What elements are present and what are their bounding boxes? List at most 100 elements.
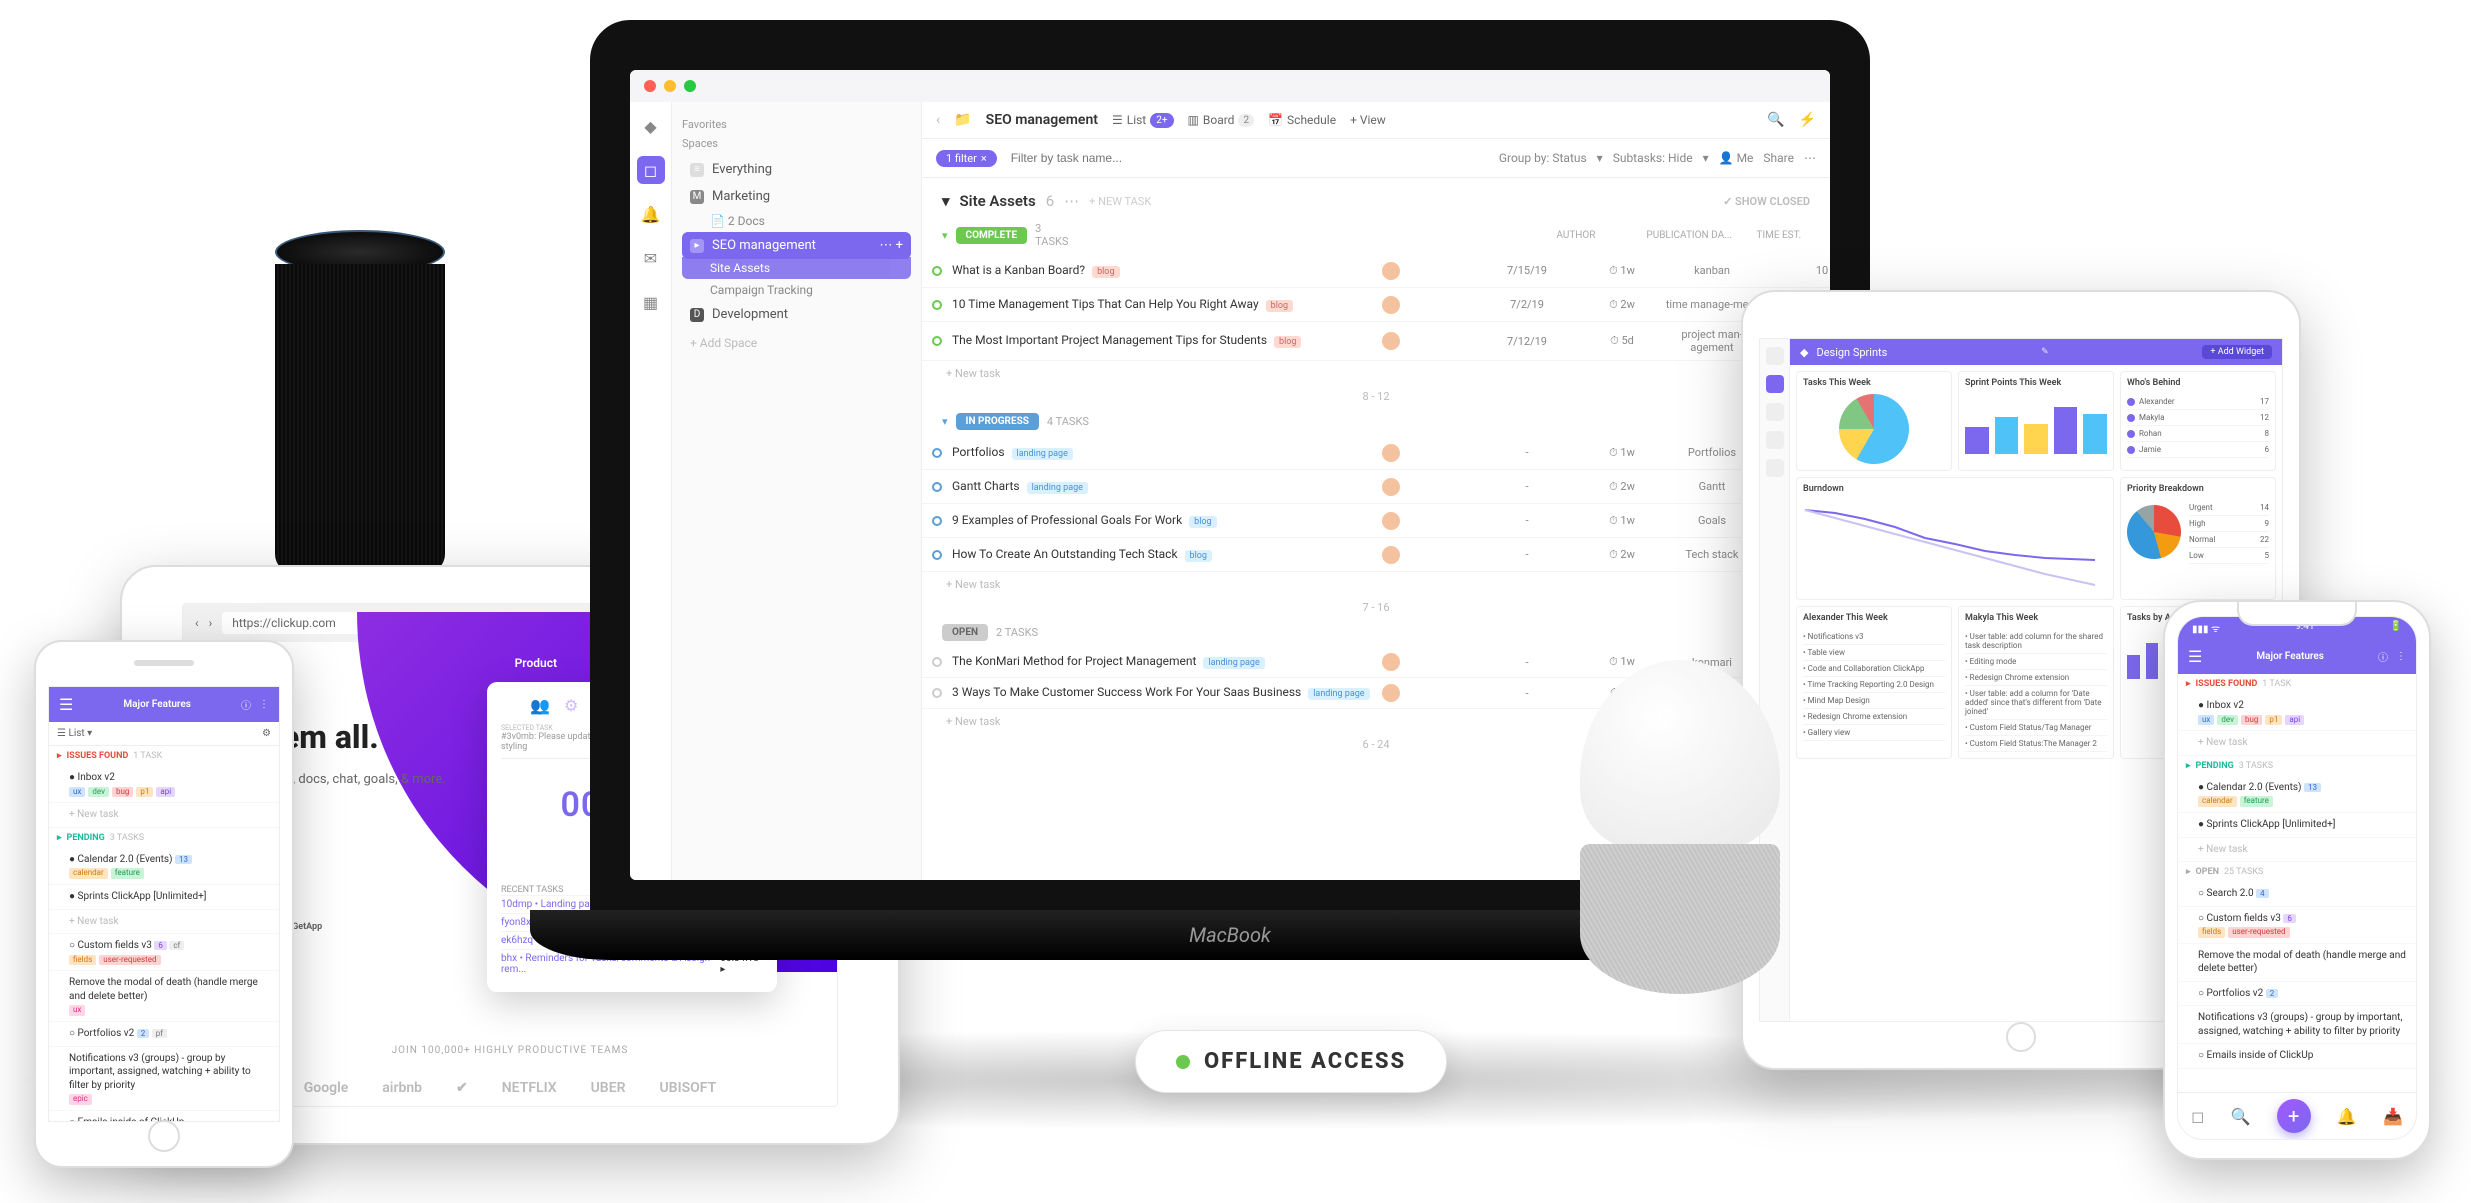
task-row[interactable]: 9 Examples of Professional Goals For Wor…	[922, 504, 1830, 538]
inbox-icon[interactable]: ✉	[637, 244, 665, 272]
task-row[interactable]: What is a Kanban Board? blog7/15/19⏱ 1wk…	[922, 254, 1830, 288]
search-icon[interactable]: 🔍	[2231, 1107, 2251, 1126]
task-item[interactable]: ○ Emails inside of ClickUp	[2178, 1044, 2416, 1069]
home-icon[interactable]	[1766, 375, 1784, 393]
sidebar-item-marketing[interactable]: MMarketing	[682, 183, 911, 210]
task-item[interactable]: Notifications v3 (groups) - group by imp…	[2178, 1006, 2416, 1044]
apps-icon[interactable]: ▦	[637, 288, 665, 316]
task-item[interactable]: ● Sprints ClickApp [Unlimited+]	[49, 885, 279, 910]
me-filter[interactable]: 👤 Me	[1719, 151, 1754, 165]
card-priority[interactable]: Priority Breakdown Urgent14High9Normal22…	[2120, 477, 2276, 600]
more-icon[interactable]: ⋮	[259, 699, 269, 710]
task-item[interactable]: ○ Custom fields v3 6 fieldsuser-requeste…	[2178, 907, 2416, 944]
card-tasks-week[interactable]: Tasks This Week	[1796, 371, 1952, 471]
filter-input[interactable]	[1007, 147, 1207, 169]
fab-add[interactable]: +	[2277, 1099, 2311, 1133]
window-controls[interactable]	[630, 70, 1830, 102]
bolt-icon[interactable]: ⚡	[1799, 112, 1816, 128]
more-icon[interactable]: ⋮	[2396, 651, 2406, 662]
back-icon[interactable]: ‹	[195, 616, 199, 630]
sidebar-campaign[interactable]: Campaign Tracking	[682, 279, 911, 301]
task-item[interactable]: Remove the modal of death (handle merge …	[2178, 944, 2416, 982]
filter-chip[interactable]: 1 filter ×	[936, 150, 997, 167]
groupby[interactable]: Group by: Status	[1499, 151, 1587, 165]
logo-icon[interactable]: ◆	[637, 112, 665, 140]
subtasks[interactable]: Subtasks: Hide	[1613, 151, 1693, 165]
task-item[interactable]: ○ Emails inside of ClickUp	[49, 1111, 279, 1122]
task-item[interactable]: Remove the modal of death (handle merge …	[49, 971, 279, 1022]
task-item[interactable]: ● Inbox v2 uxdevbugp1api	[2178, 694, 2416, 731]
info-icon[interactable]: ⓘ	[241, 697, 251, 712]
gear-icon[interactable]: ⚙	[564, 696, 578, 716]
share[interactable]: Share	[1763, 151, 1794, 165]
status-complete[interactable]: COMPLETE	[956, 227, 1028, 244]
task-row[interactable]: 10 Time Management Tips That Can Help Yo…	[922, 288, 1830, 322]
sidebar-item-development[interactable]: DDevelopment	[682, 301, 911, 328]
task-item[interactable]: ● Calendar 2.0 (Events) 13 calendarfeatu…	[2178, 776, 2416, 813]
phone-header: ☰ Major Features ⓘ ⋮	[2178, 639, 2416, 674]
new-task-row[interactable]: + New task	[922, 572, 1830, 597]
card-burndown[interactable]: Burndown	[1796, 477, 2114, 600]
home-icon[interactable]: ◻	[637, 156, 665, 184]
new-task[interactable]: + New task	[2178, 731, 2416, 756]
dash-icon[interactable]	[1766, 431, 1784, 449]
task-item[interactable]: ● Inbox v2 uxdevbugp1api	[49, 766, 279, 803]
menu-icon[interactable]: ☰	[2188, 647, 2202, 666]
back-icon[interactable]: ‹	[936, 112, 940, 128]
bell-icon[interactable]: 🔔	[2337, 1107, 2357, 1126]
menu-icon[interactable]: ☰	[59, 695, 73, 714]
inbox-icon[interactable]: 📥	[2383, 1107, 2403, 1126]
phone-tabbar: ◻ 🔍 + 🔔 📥	[2178, 1092, 2416, 1139]
add-view[interactable]: + View	[1350, 113, 1386, 127]
view-list[interactable]: ☰ List 2+	[1112, 113, 1174, 128]
card-sprint-points[interactable]: Sprint Points This Week	[1958, 371, 2114, 471]
task-row[interactable]: How To Create An Outstanding Tech Stack …	[922, 538, 1830, 572]
collapse-icon[interactable]: ▾	[942, 229, 948, 242]
forward-icon[interactable]: ›	[209, 616, 213, 630]
task-item[interactable]: ● Sprints ClickApp [Unlimited+]	[2178, 813, 2416, 838]
logo-icon[interactable]	[1766, 347, 1784, 365]
search-icon[interactable]: 🔍	[1767, 112, 1784, 128]
task-row[interactable]: Gantt Charts landing page-⏱ 2wGantt7top …	[922, 470, 1830, 504]
add-widget-button[interactable]: + Add Widget	[2202, 345, 2272, 359]
sidebar-docs[interactable]: 📄 2 Docs	[682, 210, 911, 232]
task-item[interactable]: ○ Portfolios v2 2 pf	[49, 1022, 279, 1047]
task-row[interactable]: The Most Important Project Management Ti…	[922, 322, 1830, 361]
card-alex[interactable]: Alexander This Week • Notifications v3• …	[1796, 606, 1952, 759]
view-select[interactable]: ☰ List ▾	[57, 728, 92, 739]
task-item[interactable]: ● Calendar 2.0 (Events) 13 calendarfeatu…	[49, 848, 279, 885]
task-item[interactable]: ○ Search 2.0 4	[2178, 882, 2416, 907]
new-task-link[interactable]: + NEW TASK	[1089, 195, 1151, 208]
more-icon[interactable]: ⋯	[1804, 151, 1816, 165]
task-item[interactable]: ○ Portfolios v2 2	[2178, 982, 2416, 1007]
edit-icon[interactable]: ✎	[2041, 347, 2049, 357]
show-closed[interactable]: ✓ SHOW CLOSED	[1723, 195, 1810, 208]
new-task[interactable]: + New task	[49, 803, 279, 828]
collapse-icon[interactable]: ▾	[942, 415, 948, 428]
task-item[interactable]: Notifications v3 (groups) - group by imp…	[49, 1047, 279, 1111]
new-task[interactable]: + New task	[2178, 838, 2416, 863]
filter-icon[interactable]: ⚙	[262, 728, 271, 739]
add-space[interactable]: + Add Space	[682, 328, 911, 358]
bell-icon[interactable]: 🔔	[637, 200, 665, 228]
sidebar-item-everything[interactable]: ≡Everything	[682, 156, 911, 183]
card-whos-behind[interactable]: Who's Behind Alexander17Makyla12Rohan8Ja…	[2120, 371, 2276, 471]
new-task-row[interactable]: + New task	[922, 361, 1830, 386]
info-icon[interactable]: ⓘ	[2378, 649, 2388, 664]
task-item[interactable]: ○ Custom fields v3 6 cf fieldsuser-reque…	[49, 934, 279, 971]
new-task[interactable]: + New task	[49, 910, 279, 935]
sidebar-site-assets[interactable]: Site Assets	[682, 257, 911, 279]
card-makyla[interactable]: Makyla This Week • User table: add colum…	[1958, 606, 2114, 759]
home-icon[interactable]: ◻	[2191, 1107, 2204, 1126]
sidebar-item-seo[interactable]: ▸SEO management⋯ +	[682, 232, 911, 259]
collapse-icon[interactable]: ▾	[942, 192, 950, 210]
spaces-header: Spaces	[682, 137, 911, 150]
nav-product[interactable]: Product	[515, 656, 557, 670]
bell-icon[interactable]	[1766, 403, 1784, 421]
status-inprogress[interactable]: IN PROGRESS	[956, 413, 1039, 430]
status-open[interactable]: OPEN	[942, 624, 988, 641]
task-row[interactable]: Portfolios landing page-⏱ 1wPortfolios13…	[922, 436, 1830, 470]
view-schedule[interactable]: 📅 Schedule	[1268, 113, 1336, 127]
apps-icon[interactable]	[1766, 459, 1784, 477]
view-board[interactable]: ▥ Board 2	[1188, 113, 1255, 127]
